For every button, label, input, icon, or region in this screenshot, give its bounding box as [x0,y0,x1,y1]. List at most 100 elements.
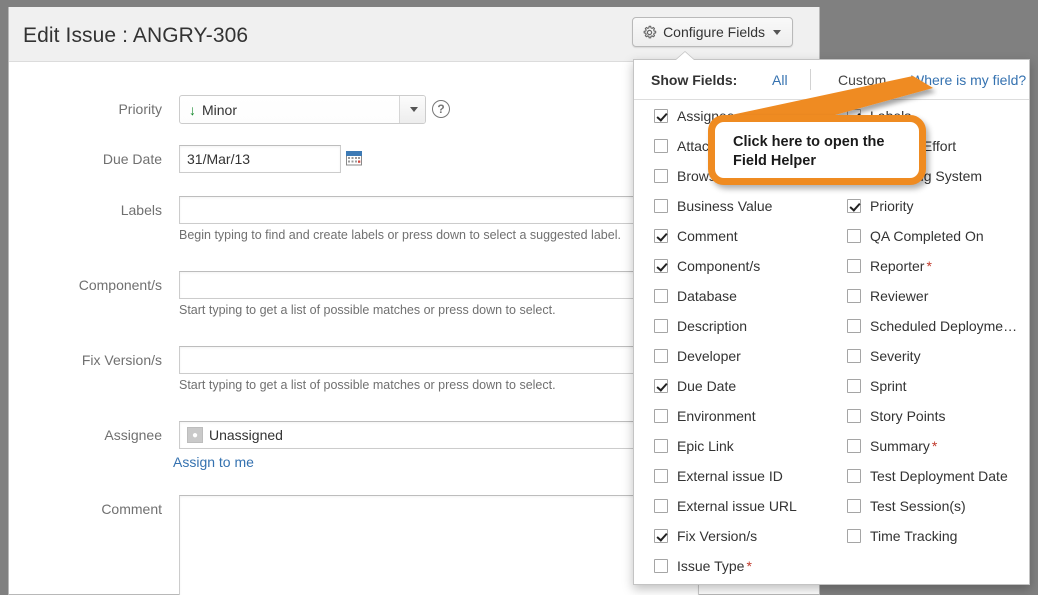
arrow-down-green-icon: ↓ [189,103,196,117]
assign-to-me-link[interactable]: Assign to me [173,454,254,470]
field-label: Fix Version/s [677,528,757,544]
label-due-date: Due Date [17,151,162,167]
label-assignee: Assignee [17,427,162,443]
checkbox-unchecked-icon[interactable] [847,469,861,483]
checkbox-unchecked-icon[interactable] [847,229,861,243]
field-label: QA Completed On [870,228,984,244]
due-date-input[interactable]: 31/Mar/13 [179,145,341,173]
checkbox-unchecked-icon[interactable] [654,169,668,183]
field-toggle-test-deployment-date[interactable]: Test Deployment Date [847,461,1032,491]
checkbox-unchecked-icon[interactable] [847,439,861,453]
checkbox-unchecked-icon[interactable] [654,559,668,573]
field-toggle-external-issue-url[interactable]: External issue URL [654,491,854,521]
checkbox-unchecked-icon[interactable] [654,499,668,513]
checkbox-checked-icon[interactable] [654,109,668,123]
field-toggle-epic-link[interactable]: Epic Link [654,431,854,461]
chevron-down-icon [410,107,418,112]
checkbox-unchecked-icon[interactable] [654,319,668,333]
configure-fields-button[interactable]: Configure Fields [632,17,793,47]
help-icon[interactable]: ? [432,100,450,118]
field-toggle-external-issue-id[interactable]: External issue ID [654,461,854,491]
field-toggle-story-points[interactable]: Story Points [847,401,1032,431]
field-label: Story Points [870,408,945,424]
field-toggle-comment[interactable]: Comment [654,221,854,251]
callout-text: Click here to open the Field Helper [733,133,919,171]
checkbox-unchecked-icon[interactable] [847,529,861,543]
field-toggle-summary[interactable]: Summary* [847,431,1032,461]
label-components: Component/s [17,277,162,293]
gear-icon [642,25,657,40]
field-toggle-database[interactable]: Database [654,281,854,311]
field-label: External issue URL [677,498,797,514]
field-label: Test Session(s) [870,498,966,514]
field-toggle-environment[interactable]: Environment [654,401,854,431]
checkbox-unchecked-icon[interactable] [847,379,861,393]
field-label: External issue ID [677,468,783,484]
label-comment: Comment [17,501,162,517]
dialog-header: Edit Issue : ANGRY-306 Configure Fields [9,7,819,62]
checkbox-unchecked-icon[interactable] [654,139,668,153]
field-label: Priority [870,198,914,214]
field-toggle-time-tracking[interactable]: Time Tracking [847,521,1032,551]
checkbox-unchecked-icon[interactable] [847,319,861,333]
checkbox-checked-icon[interactable] [654,379,668,393]
hint-components: Start typing to get a list of possible m… [179,303,556,317]
label-labels: Labels [17,202,162,218]
assignee-input[interactable]: ● Unassigned [179,421,699,449]
checkbox-unchecked-icon[interactable] [847,499,861,513]
field-toggle-reporter[interactable]: Reporter* [847,251,1032,281]
hint-fix-versions: Start typing to get a list of possible m… [179,378,556,392]
field-toggle-severity[interactable]: Severity [847,341,1032,371]
field-label: Issue Type [677,558,744,574]
components-input[interactable] [179,271,699,299]
field-toggle-sprint[interactable]: Sprint [847,371,1032,401]
field-label: Time Tracking [870,528,957,544]
checkbox-unchecked-icon[interactable] [654,439,668,453]
checkbox-unchecked-icon[interactable] [654,409,668,423]
priority-select-toggle[interactable] [399,96,425,123]
field-label: Due Date [677,378,736,394]
labels-input[interactable] [179,196,699,224]
checkbox-checked-icon[interactable] [847,199,861,213]
field-label: Reporter [870,258,924,274]
checkbox-unchecked-icon[interactable] [654,289,668,303]
field-label: Epic Link [677,438,734,454]
configure-fields-label: Configure Fields [663,24,765,40]
checkbox-checked-icon[interactable] [654,529,668,543]
field-label: Summary [870,438,930,454]
field-toggle-component-s[interactable]: Component/s [654,251,854,281]
checkbox-unchecked-icon[interactable] [847,289,861,303]
field-toggle-due-date[interactable]: Due Date [654,371,854,401]
callout-bubble: Click here to open the Field Helper [708,115,926,185]
priority-value: Minor [202,102,237,118]
assignee-value: Unassigned [209,427,283,443]
checkbox-unchecked-icon[interactable] [654,199,668,213]
checkbox-unchecked-icon[interactable] [847,409,861,423]
checkbox-unchecked-icon[interactable] [847,259,861,273]
chevron-down-icon [773,30,781,35]
priority-select[interactable]: ↓ Minor [179,95,426,124]
fix-versions-input[interactable] [179,346,699,374]
checkbox-unchecked-icon[interactable] [847,349,861,363]
field-toggle-qa-completed-on[interactable]: QA Completed On [847,221,1032,251]
field-toggle-developer[interactable]: Developer [654,341,854,371]
hint-labels: Begin typing to find and create labels o… [179,228,621,242]
checkbox-unchecked-icon[interactable] [654,349,668,363]
field-toggle-issue-type[interactable]: Issue Type* [654,551,854,581]
field-label: Component/s [677,258,760,274]
checkbox-checked-icon[interactable] [654,229,668,243]
dropdown-pointer [676,52,694,60]
field-toggle-test-session-s[interactable]: Test Session(s) [847,491,1032,521]
field-toggle-description[interactable]: Description [654,311,854,341]
user-avatar-icon: ● [187,427,203,443]
screen: Edit Issue : ANGRY-306 Configure Fields … [0,0,1038,595]
checkbox-unchecked-icon[interactable] [654,469,668,483]
field-toggle-fix-version-s[interactable]: Fix Version/s [654,521,854,551]
field-toggle-scheduled-deployme[interactable]: Scheduled Deployme… [847,311,1032,341]
calendar-icon[interactable] [346,150,362,166]
field-label: Developer [677,348,741,364]
comment-textarea[interactable] [179,495,699,595]
required-asterisk-icon: * [932,438,937,454]
field-toggle-reviewer[interactable]: Reviewer [847,281,1032,311]
checkbox-checked-icon[interactable] [654,259,668,273]
